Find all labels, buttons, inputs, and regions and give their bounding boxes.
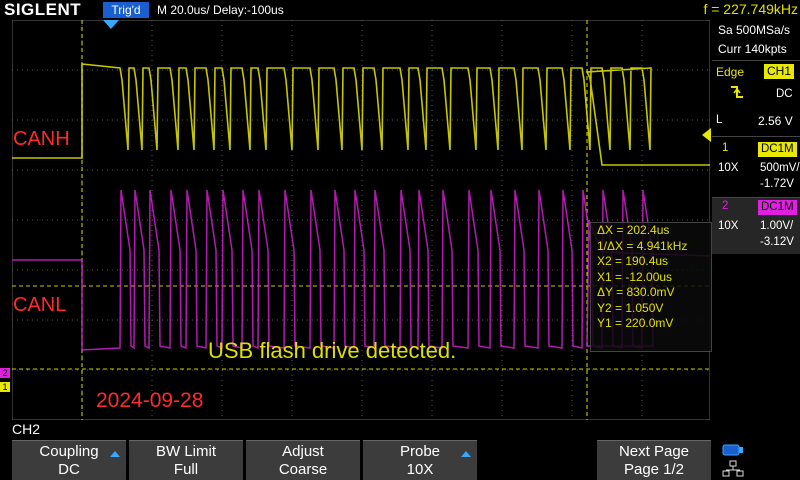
- softkey-probe-label: Probe: [399, 443, 441, 460]
- softkey-bw-limit-value: Full: [173, 461, 199, 478]
- date-label: 2024-09-28: [96, 389, 204, 412]
- memory-depth: Curr 140kpts: [718, 42, 787, 56]
- cursor-delta-x: ΔX = 202.4us: [597, 223, 670, 237]
- canh-label: CANH: [13, 128, 70, 150]
- trigger-position-marker[interactable]: [103, 20, 119, 29]
- softkey-adjust-label: Adjust: [282, 443, 324, 460]
- ch2-coupling-badge: DC1M: [758, 200, 797, 215]
- cursor-y1: Y1 = 220.0mV: [597, 316, 674, 330]
- usb-storage-icon: [722, 444, 743, 456]
- cursor-delta-y: ΔY = 830.0mV: [597, 285, 675, 299]
- softkey-adjust[interactable]: Adjust Coarse: [246, 440, 360, 480]
- ch1-scale: 500mV/: [760, 162, 800, 174]
- cursor-x2: X2 = 190.4us: [597, 254, 669, 268]
- ch1-info[interactable]: 1 DC1M 10X 500mV/ -1.72V: [712, 140, 800, 196]
- menu-title: CH2: [12, 421, 41, 437]
- frequency-counter: f = 227.749kHz: [703, 1, 798, 17]
- softkey-adjust-value: Coarse: [278, 461, 328, 478]
- arrow-up-icon: [461, 451, 471, 457]
- trigger-type[interactable]: Edge: [716, 65, 744, 79]
- softkey-next-page-value: Page 1/2: [623, 461, 685, 478]
- cursor-measurement-panel: ΔX = 202.4us 1/ΔX = 4.941kHz X2 = 190.4u…: [590, 222, 712, 352]
- arrow-up-icon: [110, 451, 120, 457]
- ch2-offset: -3.12V: [760, 236, 794, 248]
- ch2-info[interactable]: 2 DC1M 10X 1.00V/ -3.12V: [712, 198, 800, 254]
- trigger-level-marker[interactable]: [702, 128, 711, 142]
- softkey-probe-value: 10X: [406, 461, 434, 478]
- right-info-panel: Sa 500MSa/s Curr 140kpts Edge CH1 DC L 2…: [712, 20, 800, 440]
- siglent-logo: SIGLENT: [4, 0, 82, 19]
- ch1-number: 1: [722, 142, 729, 154]
- timebase-delay-readout: M 20.0us/ Delay:-100us: [157, 3, 284, 17]
- trigger-level-value: 2.56 V: [758, 114, 793, 128]
- ch1-ground-marker[interactable]: 1: [0, 382, 10, 392]
- rising-edge-icon: [731, 86, 743, 98]
- ch1-offset: -1.72V: [760, 178, 794, 190]
- trigger-status-badge: Trig'd: [103, 2, 149, 18]
- cursor-y2: Y2 = 1.050V: [597, 300, 664, 315]
- softkey-next-page-label: Next Page: [618, 443, 690, 460]
- sample-rate: Sa 500MSa/s: [718, 23, 791, 37]
- softkey-next-page[interactable]: Next Page Page 1/2: [597, 440, 711, 480]
- usb-message: USB flash drive detected.: [208, 338, 457, 363]
- network-icon: [722, 460, 744, 477]
- trigger-level-label: L: [716, 114, 723, 126]
- softkey-probe[interactable]: Probe 10X: [363, 440, 477, 480]
- cursor-inverse-delta-x: 1/ΔX = 4.941kHz: [597, 238, 688, 253]
- cursor-x1: X1 = -12.00us: [597, 269, 673, 284]
- ch2-probe: 10X: [718, 220, 739, 232]
- softkey-coupling[interactable]: Coupling DC: [12, 440, 126, 480]
- ch1-coupling-badge: DC1M: [758, 142, 797, 157]
- trigger-source-badge[interactable]: CH1: [764, 64, 795, 79]
- trigger-coupling: DC: [776, 88, 793, 100]
- ch2-scale: 1.00V/: [760, 220, 794, 232]
- ch2-number: 2: [722, 200, 729, 212]
- ch2-ground-marker[interactable]: 2: [0, 368, 10, 378]
- softkey-bw-limit-label: BW Limit: [156, 443, 216, 460]
- softkey-coupling-label: Coupling: [39, 443, 99, 460]
- canl-label: CANL: [13, 294, 67, 316]
- softkey-coupling-value: DC: [58, 461, 80, 478]
- softkey-bw-limit[interactable]: BW Limit Full: [129, 440, 243, 480]
- ch1-probe: 10X: [718, 162, 739, 174]
